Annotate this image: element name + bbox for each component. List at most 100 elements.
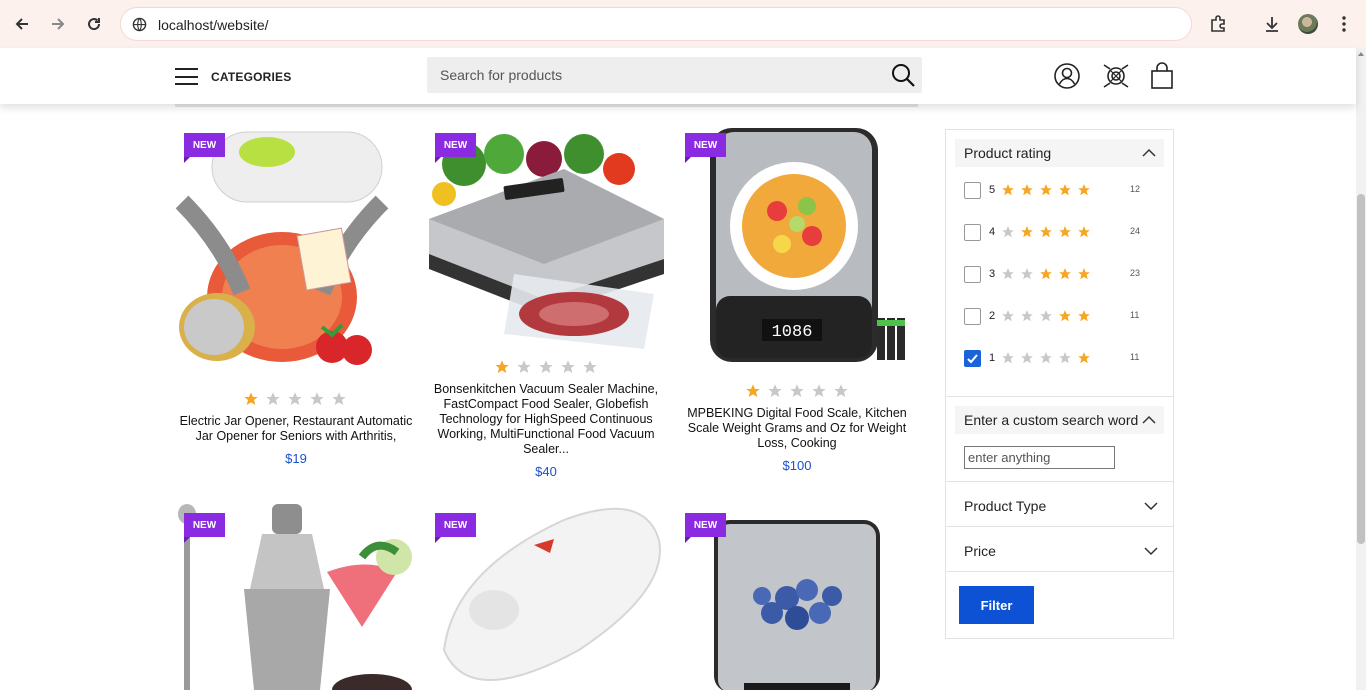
product-image-food-scale[interactable]: 1086 — [682, 126, 914, 366]
star-filled-icon — [495, 360, 509, 373]
profile-avatar[interactable] — [1296, 12, 1320, 36]
page-scrollbar[interactable] — [1356, 48, 1366, 690]
extensions-icon[interactable] — [1206, 12, 1230, 36]
rating-option-3[interactable]: 3 — [964, 264, 1091, 284]
star-empty-icon — [1059, 352, 1071, 364]
star-filled-icon — [244, 392, 258, 405]
download-icon[interactable] — [1260, 12, 1284, 36]
star-filled-icon — [1021, 226, 1033, 238]
rating-option-1[interactable]: 1 — [964, 348, 1091, 368]
rating-4-label: 4 — [989, 226, 996, 238]
star-filled-icon — [1021, 184, 1033, 196]
browser-toolbar: localhost/website/ — [0, 0, 1366, 48]
scroll-up-arrow-icon[interactable] — [1358, 52, 1364, 56]
checkmark-icon — [967, 353, 978, 363]
product-price: $100 — [782, 458, 812, 473]
star-filled-icon — [1078, 226, 1090, 238]
rating-5-checkbox[interactable] — [964, 181, 981, 199]
categories-label: CATEGORIES — [211, 69, 292, 84]
user-icon[interactable] — [1053, 62, 1081, 90]
custom-search-header[interactable]: Enter a custom search word — [955, 406, 1164, 434]
star-empty-icon — [1040, 352, 1052, 364]
star-empty-icon — [768, 384, 782, 397]
rating-2-stars — [1001, 309, 1091, 323]
filter-button[interactable]: Filter — [959, 586, 1034, 624]
section-divider — [946, 396, 1173, 397]
header-divider — [175, 104, 918, 107]
star-filled-icon — [1078, 268, 1090, 280]
rating-3-checkbox[interactable] — [964, 265, 981, 283]
chevron-down-icon[interactable] — [1144, 500, 1158, 512]
scrollbar-thumb[interactable] — [1357, 194, 1365, 544]
custom-search-input[interactable] — [964, 446, 1115, 469]
rating-2-checkbox[interactable] — [964, 307, 981, 325]
star-filled-icon — [1040, 184, 1052, 196]
rating-5-stars — [1001, 183, 1091, 197]
star-empty-icon — [288, 392, 302, 405]
rating-2-label: 2 — [989, 310, 996, 322]
star-empty-icon — [790, 384, 804, 397]
categories-menu[interactable]: CATEGORIES — [175, 68, 291, 85]
star-filled-icon — [1040, 268, 1052, 280]
rating-1-checkbox[interactable] — [964, 349, 981, 367]
search-icon[interactable] — [890, 62, 916, 88]
rating-4-stars — [1001, 225, 1091, 239]
search-input[interactable] — [427, 57, 877, 93]
star-empty-icon — [1021, 268, 1033, 280]
star-empty-icon — [1002, 310, 1014, 322]
site-header: CATEGORIES — [0, 48, 1356, 104]
rating-option-5[interactable]: 5 — [964, 180, 1091, 200]
star-empty-icon — [310, 392, 324, 405]
product-image-jar-opener[interactable] — [172, 122, 417, 372]
wishlist-icon[interactable] — [1101, 62, 1129, 90]
star-filled-icon — [746, 384, 760, 397]
custom-search-title: Enter a custom search word — [964, 412, 1139, 428]
star-empty-icon — [834, 384, 848, 397]
rating-4-checkbox[interactable] — [964, 223, 981, 241]
rating-5-label: 5 — [989, 184, 996, 196]
forward-icon[interactable] — [46, 12, 70, 36]
chevron-up-icon[interactable] — [1142, 147, 1156, 159]
star-empty-icon — [812, 384, 826, 397]
cart-icon[interactable] — [1149, 62, 1177, 90]
new-badge: NEW — [184, 133, 225, 163]
star-empty-icon — [266, 392, 280, 405]
price-header[interactable]: Price — [964, 543, 1164, 559]
new-badge: NEW — [685, 513, 726, 543]
product-rating — [243, 391, 347, 407]
section-divider — [946, 481, 1173, 482]
product-title[interactable]: MPBEKING Digital Food Scale, Kitchen Sca… — [675, 406, 919, 451]
product-price: $40 — [535, 464, 557, 479]
product-title[interactable]: Bonsenkitchen Vacuum Sealer Machine, Fas… — [424, 382, 668, 457]
menu-dots-icon[interactable] — [1332, 12, 1356, 36]
rating-3-label: 3 — [989, 268, 996, 280]
chevron-up-icon[interactable] — [1142, 414, 1156, 426]
product-image-vacuum-sealer[interactable] — [424, 124, 668, 352]
svg-text:1086: 1086 — [772, 323, 813, 342]
product-type-header[interactable]: Product Type — [964, 498, 1164, 514]
star-filled-icon — [1078, 184, 1090, 196]
star-empty-icon — [539, 360, 553, 373]
rating-5-count: 12 — [1130, 184, 1141, 194]
star-empty-icon — [1021, 310, 1033, 322]
product-image-kitchen-scale[interactable] — [712, 518, 882, 690]
site-info-icon[interactable] — [132, 17, 147, 37]
address-bar[interactable]: localhost/website/ — [120, 7, 1192, 41]
new-badge: NEW — [184, 513, 225, 543]
rating-option-4[interactable]: 4 — [964, 222, 1091, 242]
rating-4-count: 24 — [1130, 226, 1141, 236]
rating-option-2[interactable]: 2 — [964, 306, 1091, 326]
star-empty-icon — [1002, 268, 1014, 280]
new-badge: NEW — [685, 133, 726, 163]
rating-3-stars — [1001, 267, 1091, 281]
product-rating-header[interactable]: Product rating — [955, 139, 1164, 167]
star-empty-icon — [583, 360, 597, 373]
chevron-down-icon[interactable] — [1144, 545, 1158, 557]
product-title[interactable]: Electric Jar Opener, Restaurant Automati… — [174, 414, 418, 444]
reload-icon[interactable] — [82, 12, 106, 36]
hamburger-icon[interactable] — [175, 68, 198, 85]
back-icon[interactable] — [10, 12, 34, 36]
star-filled-icon — [1078, 310, 1090, 322]
new-badge: NEW — [435, 513, 476, 543]
star-filled-icon — [1040, 226, 1052, 238]
